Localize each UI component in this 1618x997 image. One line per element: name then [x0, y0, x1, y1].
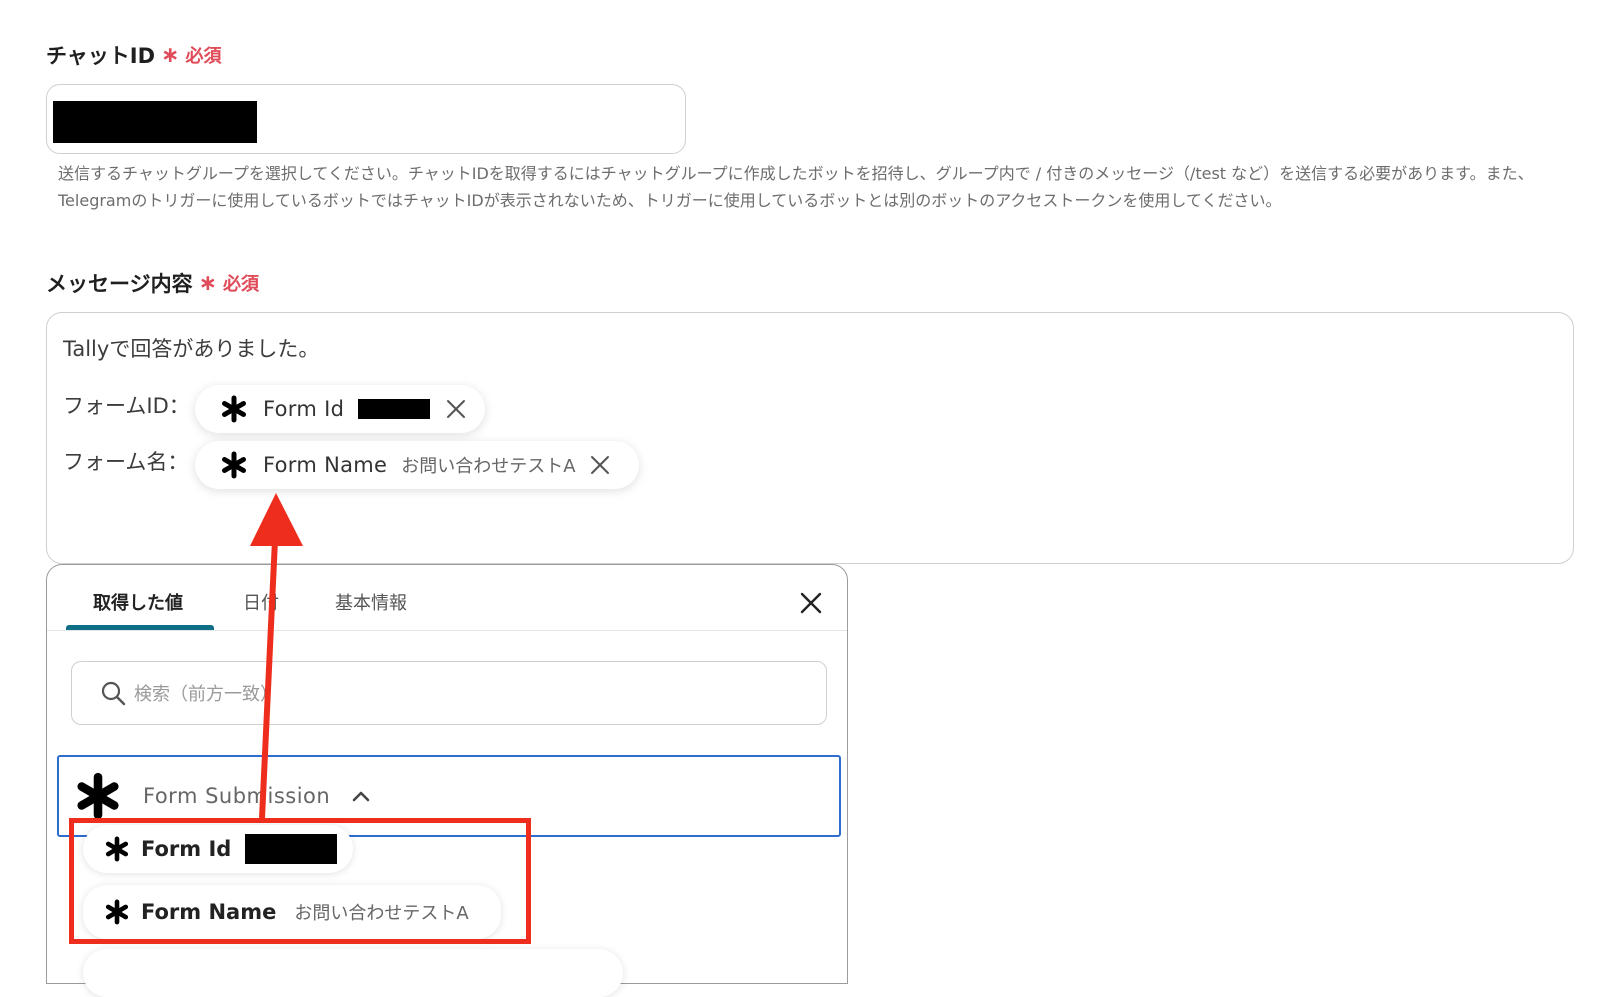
redacted-value — [358, 399, 431, 419]
required-badge: 必須 — [223, 274, 260, 295]
search-icon — [101, 681, 126, 706]
tally-asterisk-icon — [77, 772, 119, 820]
chip-value: お問い合わせテストA — [401, 456, 576, 477]
message-form-name-label: フォーム名： — [63, 450, 189, 474]
group-label: Form Submission — [143, 784, 331, 808]
tab-date[interactable]: 日付 — [243, 589, 279, 615]
message-textarea[interactable]: Tallyで回答がありました。 フォームID： フォーム名： Form Id F… — [46, 312, 1574, 564]
chat-id-label: チャットID ∗ 必須 — [46, 40, 221, 70]
chat-id-input[interactable] — [46, 84, 686, 154]
chevron-up-icon — [352, 791, 370, 802]
chip-name: Form Id — [263, 397, 345, 421]
close-icon[interactable] — [799, 591, 823, 615]
search-placeholder: 検索（前方一致） — [134, 684, 278, 705]
tab-divider — [47, 630, 847, 631]
tally-asterisk-icon — [222, 395, 246, 423]
form-id-variable-chip[interactable]: Form Id — [195, 385, 485, 433]
search-input[interactable]: 検索（前方一致） — [71, 661, 827, 725]
remove-chip-icon[interactable] — [590, 455, 610, 475]
chat-id-label-text: チャットID — [46, 44, 156, 68]
chat-id-help-text: 送信するチャットグループを選択してください。チャットIDを取得するにはチャットグ… — [58, 164, 1534, 210]
tally-asterisk-icon — [222, 451, 246, 479]
next-list-item[interactable] — [83, 949, 623, 997]
annotation-highlight-box — [69, 818, 531, 944]
remove-chip-icon[interactable] — [446, 399, 466, 419]
message-label-text: メッセージ内容 — [46, 272, 193, 296]
required-star: ∗ — [161, 42, 180, 68]
required-badge: 必須 — [185, 46, 222, 67]
form-name-variable-chip[interactable]: Form Name お問い合わせテストA — [195, 441, 639, 489]
required-star: ∗ — [198, 270, 218, 296]
message-form-id-label: フォームID： — [63, 394, 190, 418]
tab-retrieved-values[interactable]: 取得した値 — [93, 589, 183, 615]
message-line-1: Tallyで回答がありました。 — [63, 337, 320, 361]
message-label: メッセージ内容 ∗ 必須 — [46, 268, 259, 298]
redacted-value — [53, 101, 257, 143]
tab-basic-info[interactable]: 基本情報 — [335, 589, 407, 615]
chip-name: Form Name — [263, 453, 388, 477]
